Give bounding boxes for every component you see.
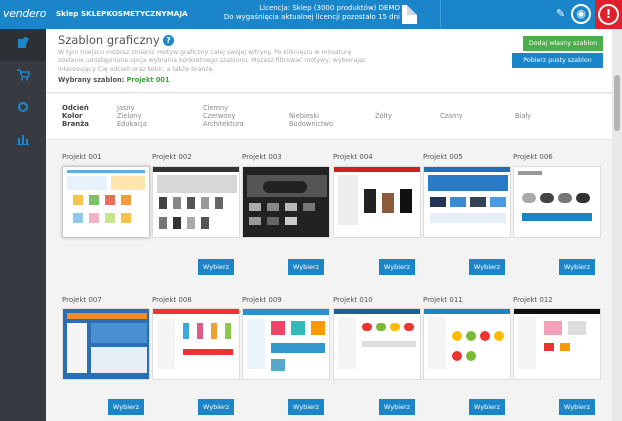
select-button[interactable]: Wybierz: [559, 259, 595, 275]
sidebar-item-stats[interactable]: [0, 125, 46, 157]
select-button[interactable]: Wybierz: [469, 259, 505, 275]
template-thumbnail[interactable]: [513, 166, 601, 238]
filter-option[interactable]: Czerwony: [203, 112, 235, 120]
project-name: Projekt 002: [152, 153, 192, 161]
filter-option[interactable]: Architektura: [203, 120, 244, 128]
top-bar: vendero Sklep SKLEPKOSMETYCZNYMAJA Licen…: [0, 0, 622, 29]
project-name: Projekt 003: [242, 153, 282, 161]
main-content: Szablon graficzny ? W tym miejscu możesz…: [46, 29, 612, 421]
filter-option[interactable]: Jasny: [117, 104, 135, 112]
vendero-logo[interactable]: vendero: [3, 7, 46, 20]
filter-option[interactable]: Czarny: [440, 112, 463, 120]
project-name: Projekt 005: [423, 153, 463, 161]
template-thumbnail[interactable]: [423, 308, 511, 380]
filter-panel: Odcień Kolor Branża Jasny Ciemny Zielony…: [46, 94, 612, 140]
license-expiry: Do wygaśnięcia aktualnej licencji pozost…: [223, 13, 400, 21]
filter-label-odcien: Odcień: [62, 104, 89, 112]
project-name: Projekt 009: [242, 296, 282, 304]
filter-option[interactable]: Żółty: [375, 112, 392, 120]
project-name: Projekt 001: [62, 153, 102, 161]
pencil-icon[interactable]: ✎: [556, 7, 565, 20]
filter-option[interactable]: Biały: [515, 112, 531, 120]
project-name: Projekt 012: [513, 296, 553, 304]
page-description: W tym miejscu możesz zmienić motyw grafi…: [58, 49, 367, 73]
select-button[interactable]: Wybierz: [288, 259, 324, 275]
template-thumbnail[interactable]: [423, 166, 511, 238]
template-thumbnail[interactable]: [152, 166, 240, 238]
sidebar-item-edit[interactable]: [0, 29, 46, 61]
select-button[interactable]: Wybierz: [379, 259, 415, 275]
template-thumbnail[interactable]: [242, 166, 330, 238]
selected-value: Projekt 001: [126, 76, 170, 84]
download-empty-template-button[interactable]: Pobierz pusty szablon: [512, 53, 603, 68]
filter-label-branza: Branża: [62, 120, 89, 128]
alert-button[interactable]: !: [595, 0, 622, 29]
project-name: Projekt 011: [423, 296, 463, 304]
select-button[interactable]: Wybierz: [288, 399, 324, 415]
cart-icon: [16, 69, 31, 81]
sidebar-item-cart[interactable]: [0, 61, 46, 93]
template-thumbnail[interactable]: [333, 166, 421, 238]
sidebar: [0, 29, 46, 421]
template-thumbnail[interactable]: [62, 308, 150, 380]
license-info: Licencja: Sklep (3000 produktów) DEMO Do…: [224, 4, 400, 22]
project-name: Projekt 008: [152, 296, 192, 304]
filter-option[interactable]: Zielony: [117, 112, 141, 120]
page-header: Szablon graficzny ? W tym miejscu możesz…: [46, 29, 612, 93]
template-thumbnail[interactable]: [152, 308, 240, 380]
template-thumbnail[interactable]: [513, 308, 601, 380]
template-thumbnail[interactable]: [62, 166, 150, 238]
project-name: Projekt 006: [513, 153, 553, 161]
selected-label: Wybrany szablon:: [58, 76, 125, 84]
scrollbar-thumb[interactable]: [614, 75, 620, 131]
edit-icon: [18, 36, 30, 48]
page-title: Szablon graficzny: [58, 33, 160, 47]
filter-option[interactable]: Ciemny: [203, 104, 228, 112]
select-button[interactable]: Wybierz: [469, 399, 505, 415]
select-button[interactable]: Wybierz: [198, 399, 234, 415]
help-icon[interactable]: ?: [163, 35, 174, 46]
bar-chart-icon: [17, 135, 29, 145]
filter-option[interactable]: Budownictwo: [289, 120, 333, 128]
filter-option[interactable]: Niebieski: [289, 112, 319, 120]
project-name: Projekt 007: [62, 296, 102, 304]
project-name: Projekt 010: [333, 296, 373, 304]
filter-option[interactable]: Edukacja: [117, 120, 147, 128]
select-button[interactable]: Wybierz: [559, 399, 595, 415]
select-button[interactable]: Wybierz: [198, 259, 234, 275]
select-button[interactable]: Wybierz: [108, 399, 144, 415]
template-thumbnail[interactable]: [242, 308, 330, 380]
filter-label-kolor: Kolor: [62, 112, 83, 120]
template-grid: Projekt 001 Projekt 002 Projekt 003 Proj…: [46, 141, 612, 421]
exclamation-icon: !: [598, 4, 619, 25]
preview-eye-icon[interactable]: ◉: [571, 4, 591, 24]
add-own-template-button[interactable]: Dodaj własny szablon: [523, 36, 603, 51]
selected-template: Wybrany szablon: Projekt 001: [58, 76, 170, 84]
shop-name[interactable]: Sklep SKLEPKOSMETYCZNYMAJA: [56, 9, 188, 18]
sidebar-item-settings[interactable]: [0, 93, 46, 125]
template-thumbnail[interactable]: [333, 308, 421, 380]
select-button[interactable]: Wybierz: [379, 399, 415, 415]
document-icon[interactable]: [402, 5, 417, 24]
scrollbar[interactable]: [612, 29, 622, 421]
project-name: Projekt 004: [333, 153, 373, 161]
gear-icon: [17, 101, 29, 113]
divider: [440, 0, 441, 29]
license-line: Licencja: Sklep (3000 produktów) DEMO: [259, 4, 400, 12]
